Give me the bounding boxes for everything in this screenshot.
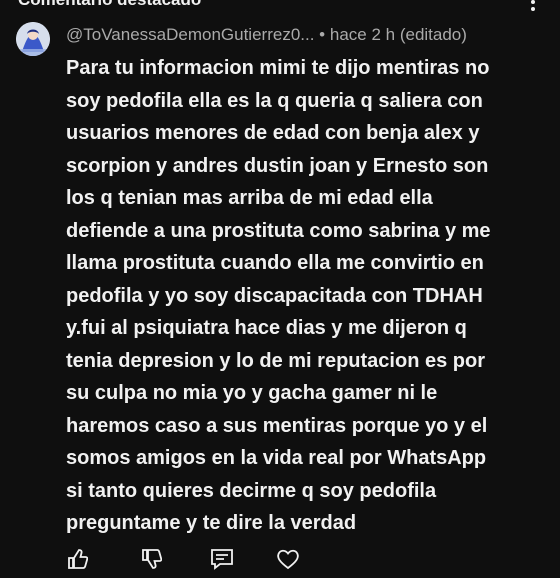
comment-line: los q tenian mas arriba de mi edad ella — [66, 187, 433, 209]
comment-time[interactable]: hace 2 h — [330, 25, 395, 44]
comment-line: y.fui al psiquiatra hace dias y me dijer… — [66, 317, 467, 339]
comment-line: pedofila y yo soy discapacitada con TDHA… — [66, 284, 483, 307]
thumb-up-icon[interactable] — [66, 548, 88, 570]
thumb-down-icon[interactable] — [140, 548, 162, 570]
comment-line: Para tu informacion mimi te dijo mentira… — [66, 57, 490, 79]
comment-line: scorpion y andres dustin joan y Ernesto … — [66, 154, 489, 177]
avatar-image-icon — [16, 22, 50, 56]
reply-icon[interactable] — [210, 548, 234, 570]
comment-line: haremos caso a sus mentiras porque yo y … — [66, 414, 488, 437]
comment-line: si tanto quieres decirme q soy pedofila — [66, 479, 437, 502]
comment-actions — [62, 548, 322, 578]
heart-icon[interactable] — [276, 548, 300, 570]
comment-author[interactable]: @ToVanessaDemonGutierrez0... — [66, 25, 314, 44]
comment-text: Para tu informacion mimi te dijo mentira… — [66, 52, 546, 540]
avatar[interactable] — [16, 22, 50, 56]
comment-line: llama prostituta cuando ella me convirti… — [66, 252, 484, 274]
comment-line: preguntame y te dire la verdad — [66, 512, 357, 534]
comment-line: tenia depresion y lo de mi reputacion es… — [66, 349, 485, 372]
meta-separator: • — [314, 25, 330, 44]
comment-line: soy pedofila ella es la q queria q salie… — [66, 89, 483, 112]
more-options-icon[interactable] — [526, 0, 540, 12]
comment-line: su culpa no mia yo y gacha gamer ni le — [66, 382, 438, 404]
comment-line: defiende a una prostituta como sabrina y… — [66, 219, 491, 242]
edited-label: (editado) — [399, 25, 467, 44]
comment-meta: @ToVanessaDemonGutierrez0... • hace 2 h … — [66, 25, 467, 45]
section-title: Comentario destacado — [18, 0, 201, 10]
comment-line: somos amigos en la vida real por WhatsAp… — [66, 447, 487, 469]
comment-line: usuarios menores de edad con benja alex … — [66, 122, 480, 144]
